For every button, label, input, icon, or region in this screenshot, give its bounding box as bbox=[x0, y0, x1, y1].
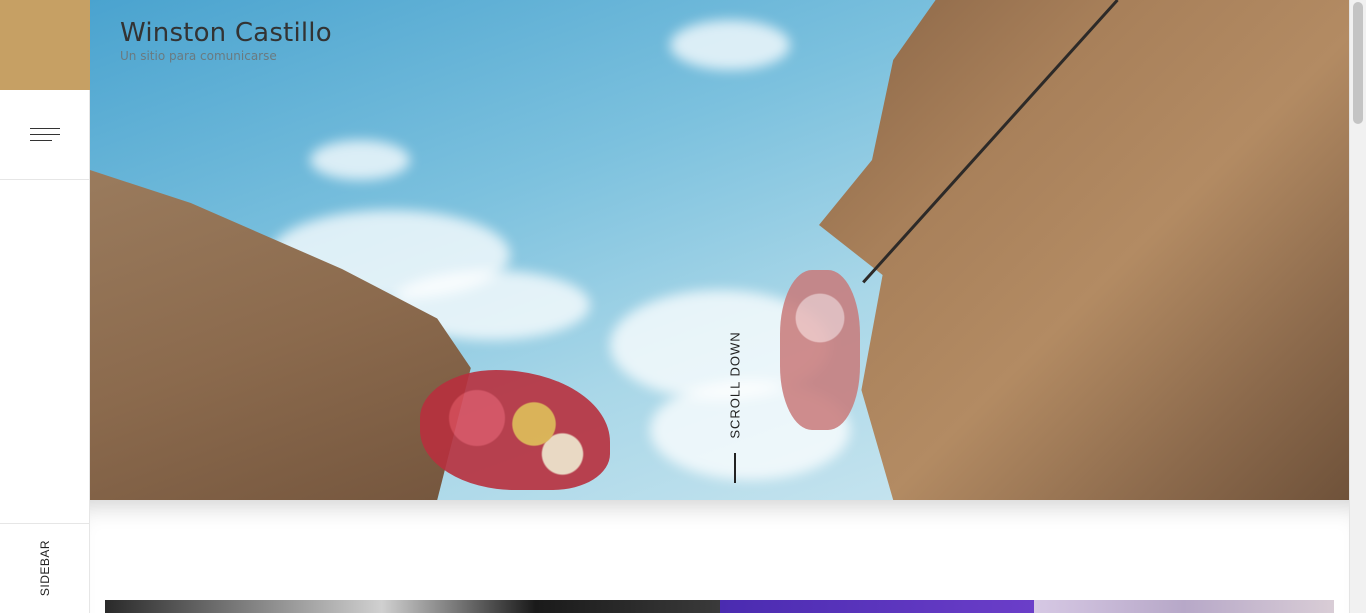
content-area bbox=[90, 500, 1349, 613]
site-branding: Winston Castillo Un sitio para comunicar… bbox=[120, 18, 332, 63]
scroll-down-link[interactable]: SCROLL DOWN bbox=[728, 331, 743, 438]
post-thumbnail-3[interactable] bbox=[1034, 600, 1334, 613]
scrollbar-thumb[interactable] bbox=[1353, 2, 1363, 124]
page-scrollbar[interactable] bbox=[1349, 0, 1366, 613]
hamburger-icon bbox=[30, 127, 60, 142]
site-tagline: Un sitio para comunicarse bbox=[120, 49, 277, 63]
brand-accent-block bbox=[0, 0, 90, 90]
post-thumbnail-2[interactable] bbox=[720, 600, 1034, 613]
site-title[interactable]: Winston Castillo bbox=[120, 18, 332, 48]
left-rail bbox=[0, 0, 90, 613]
sidebar-toggle[interactable]: SIDEBAR bbox=[38, 540, 52, 596]
post-thumbnail-1[interactable] bbox=[105, 600, 720, 613]
post-thumbnails bbox=[105, 600, 1334, 613]
menu-button[interactable] bbox=[0, 90, 90, 180]
scroll-down-line bbox=[734, 453, 736, 483]
hero-image bbox=[90, 0, 1349, 500]
